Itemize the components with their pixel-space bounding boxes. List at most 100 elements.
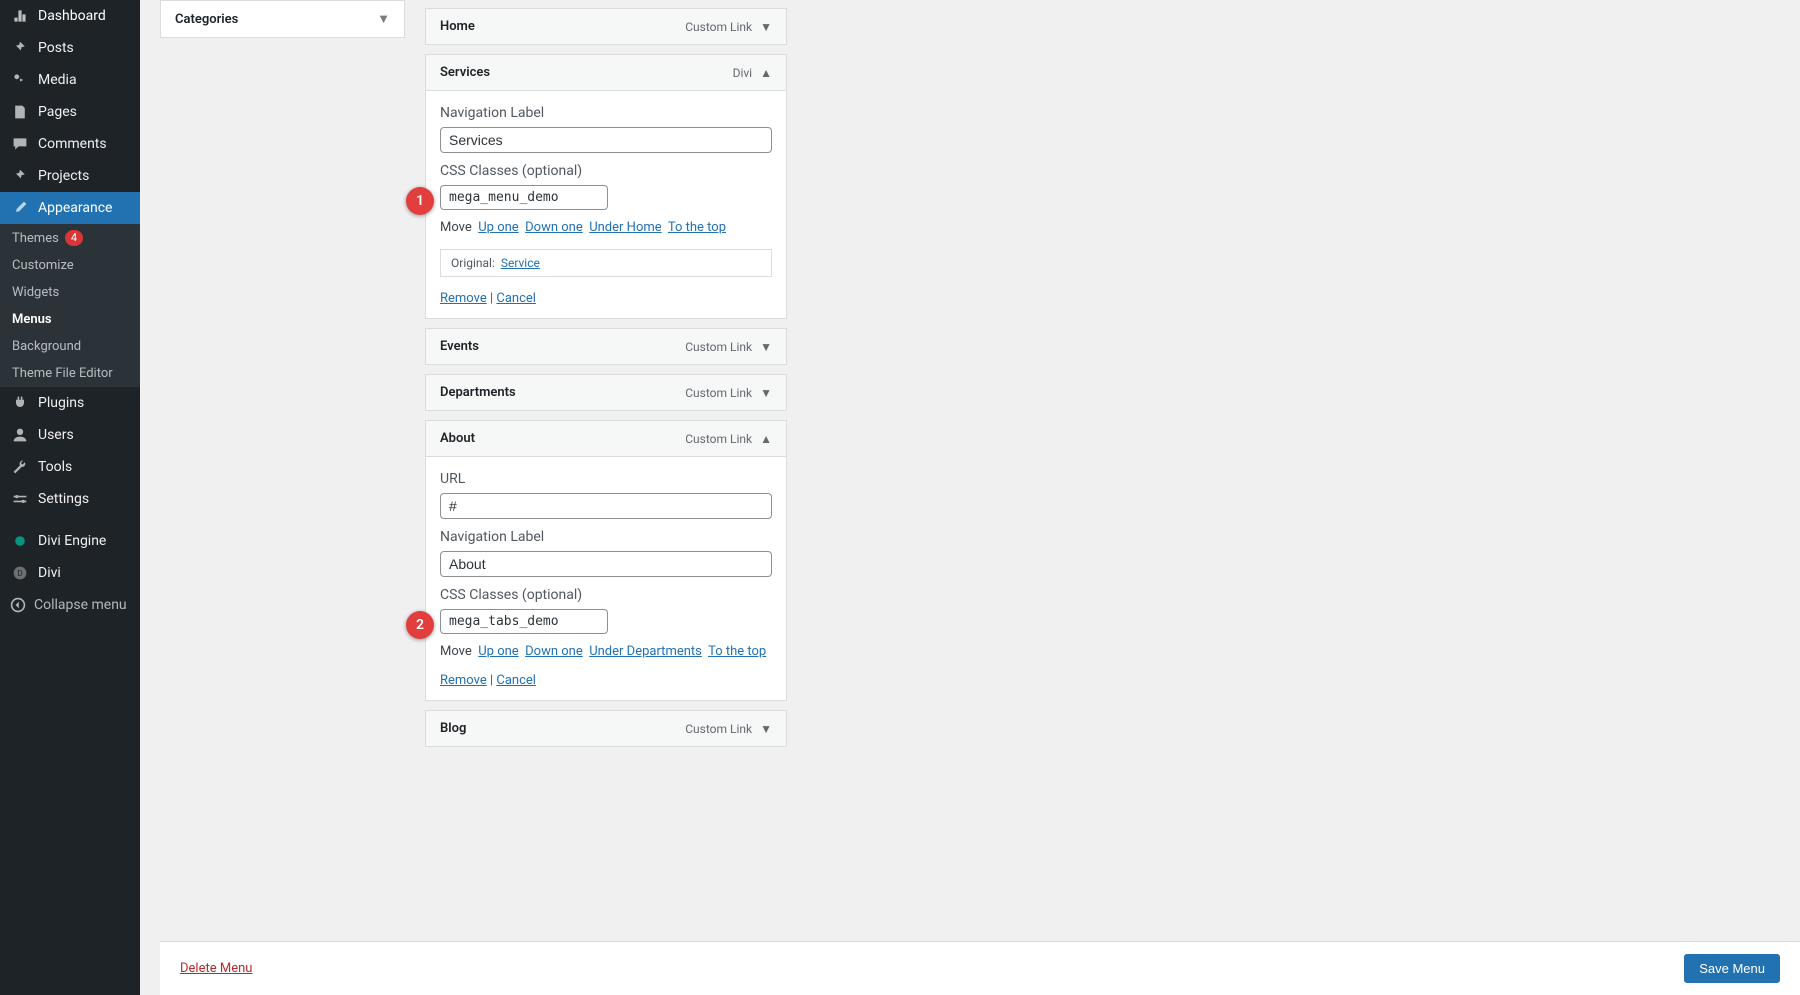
sidebar-sub-menus[interactable]: Menus	[0, 306, 140, 333]
menu-item-header[interactable]: Home Custom Link ▼	[426, 9, 786, 44]
sidebar-sub-widgets[interactable]: Widgets	[0, 279, 140, 306]
chevron-down-icon[interactable]: ▼	[760, 20, 772, 34]
menu-item-header[interactable]: Departments Custom Link ▼	[426, 375, 786, 410]
media-icon	[10, 72, 30, 88]
chevron-down-icon[interactable]: ▼	[760, 340, 772, 354]
sidebar-item-plugins[interactable]: Plugins	[0, 387, 140, 419]
sidebar-item-divi[interactable]: D Divi	[0, 557, 140, 589]
sidebar-label: Divi Engine	[38, 533, 106, 549]
move-up-one-link[interactable]: Up one	[478, 644, 518, 659]
nav-label-label: Navigation Label	[440, 105, 772, 121]
move-down-one-link[interactable]: Down one	[525, 220, 583, 235]
categories-panel-title: Categories	[175, 12, 238, 27]
svg-text:D: D	[17, 569, 22, 578]
move-row: Move Up one Down one Under Home To the t…	[440, 220, 772, 235]
remove-link[interactable]: Remove	[440, 673, 487, 688]
sidebar-label: Plugins	[38, 395, 84, 411]
menu-item-services: Services Divi ▲ Navigation Label CSS Cla…	[425, 54, 787, 319]
menu-item-blog: Blog Custom Link ▼	[425, 710, 787, 747]
menu-item-header[interactable]: Events Custom Link ▼	[426, 329, 786, 364]
remove-link[interactable]: Remove	[440, 291, 487, 306]
sidebar-item-posts[interactable]: Posts	[0, 32, 140, 64]
sidebar-label: Media	[38, 72, 77, 88]
move-under-link[interactable]: Under Departments	[589, 644, 702, 659]
user-icon	[10, 427, 30, 443]
chevron-down-icon[interactable]: ▼	[760, 722, 772, 736]
collapse-label: Collapse menu	[34, 597, 127, 613]
menu-item-home: Home Custom Link ▼	[425, 8, 787, 45]
sidebar-sub-theme-file-editor[interactable]: Theme File Editor	[0, 360, 140, 387]
sidebar-item-users[interactable]: Users	[0, 419, 140, 451]
menu-item-header[interactable]: Blog Custom Link ▼	[426, 711, 786, 746]
original-box: Original: Service	[440, 249, 772, 277]
css-classes-label: CSS Classes (optional)	[440, 587, 772, 603]
sidebar-label: Users	[38, 427, 74, 443]
css-classes-label: CSS Classes (optional)	[440, 163, 772, 179]
pages-icon	[10, 104, 30, 120]
menu-item-header[interactable]: About Custom Link ▲	[426, 421, 786, 456]
sidebar-item-pages[interactable]: Pages	[0, 96, 140, 128]
divi-engine-icon	[10, 533, 30, 549]
sidebar-item-dashboard[interactable]: Dashboard	[0, 0, 140, 32]
move-to-top-link[interactable]: To the top	[708, 644, 766, 659]
chevron-down-icon[interactable]: ▼	[377, 11, 390, 27]
save-menu-button[interactable]: Save Menu	[1684, 954, 1780, 983]
move-up-one-link[interactable]: Up one	[478, 220, 518, 235]
admin-sidebar: Dashboard Posts Media Pages Comments Pro…	[0, 0, 140, 995]
settings-icon	[10, 491, 30, 507]
sidebar-sub-label: Themes	[12, 231, 59, 246]
menu-item-title: Home	[440, 19, 475, 34]
sidebar-label: Tools	[38, 459, 72, 475]
sidebar-sub-background[interactable]: Background	[0, 333, 140, 360]
categories-panel: Categories ▼	[160, 0, 405, 38]
pin-icon	[10, 168, 30, 184]
menu-item-about: About Custom Link ▲ URL Navigation Label…	[425, 420, 787, 701]
content-area: Categories ▼ Home Custom Link ▼	[140, 0, 1800, 995]
css-classes-input[interactable]	[440, 185, 608, 210]
sidebar-item-appearance[interactable]: Appearance	[0, 192, 140, 224]
categories-panel-header[interactable]: Categories ▼	[161, 1, 404, 37]
cancel-link[interactable]: Cancel	[496, 291, 536, 306]
delete-menu-link[interactable]: Delete Menu	[180, 961, 252, 976]
chevron-up-icon[interactable]: ▲	[760, 432, 772, 446]
css-classes-input[interactable]	[440, 609, 608, 634]
sidebar-label: Divi	[38, 565, 61, 581]
chevron-down-icon[interactable]: ▼	[760, 386, 772, 400]
menu-item-body: URL Navigation Label CSS Classes (option…	[426, 456, 786, 700]
move-row: Move Up one Down one Under Departments T…	[440, 644, 772, 659]
collapse-menu-button[interactable]: Collapse menu	[0, 589, 140, 621]
menu-item-title: Services	[440, 65, 490, 80]
sidebar-sub-customize[interactable]: Customize	[0, 252, 140, 279]
nav-label-input[interactable]	[440, 551, 772, 577]
menu-item-body: Navigation Label CSS Classes (optional) …	[426, 90, 786, 318]
plugin-icon	[10, 395, 30, 411]
sidebar-item-tools[interactable]: Tools	[0, 451, 140, 483]
sidebar-label: Comments	[38, 136, 107, 152]
sidebar-item-projects[interactable]: Projects	[0, 160, 140, 192]
move-to-top-link[interactable]: To the top	[668, 220, 726, 235]
sidebar-label: Dashboard	[38, 8, 106, 24]
menu-item-departments: Departments Custom Link ▼	[425, 374, 787, 411]
sidebar-item-settings[interactable]: Settings	[0, 483, 140, 515]
original-link[interactable]: Service	[501, 256, 540, 270]
menu-item-header[interactable]: Services Divi ▲	[426, 55, 786, 90]
menu-item-title: About	[440, 431, 475, 446]
sidebar-label: Pages	[38, 104, 77, 120]
chevron-up-icon[interactable]: ▲	[760, 66, 772, 80]
sidebar-item-media[interactable]: Media	[0, 64, 140, 96]
move-down-one-link[interactable]: Down one	[525, 644, 583, 659]
move-under-link[interactable]: Under Home	[589, 220, 661, 235]
menu-item-type: Custom Link ▲	[685, 432, 772, 446]
pin-icon	[10, 40, 30, 56]
sidebar-item-comments[interactable]: Comments	[0, 128, 140, 160]
cancel-link[interactable]: Cancel	[496, 673, 536, 688]
menu-item-title: Blog	[440, 721, 466, 736]
themes-badge: 4	[65, 230, 83, 246]
menu-item-events: Events Custom Link ▼	[425, 328, 787, 365]
sidebar-sub-themes[interactable]: Themes 4	[0, 224, 140, 252]
annotation-2: 2	[406, 611, 434, 639]
nav-label-input[interactable]	[440, 127, 772, 153]
sidebar-label: Settings	[38, 491, 89, 507]
sidebar-item-divi-engine[interactable]: Divi Engine	[0, 525, 140, 557]
url-input[interactable]	[440, 493, 772, 519]
